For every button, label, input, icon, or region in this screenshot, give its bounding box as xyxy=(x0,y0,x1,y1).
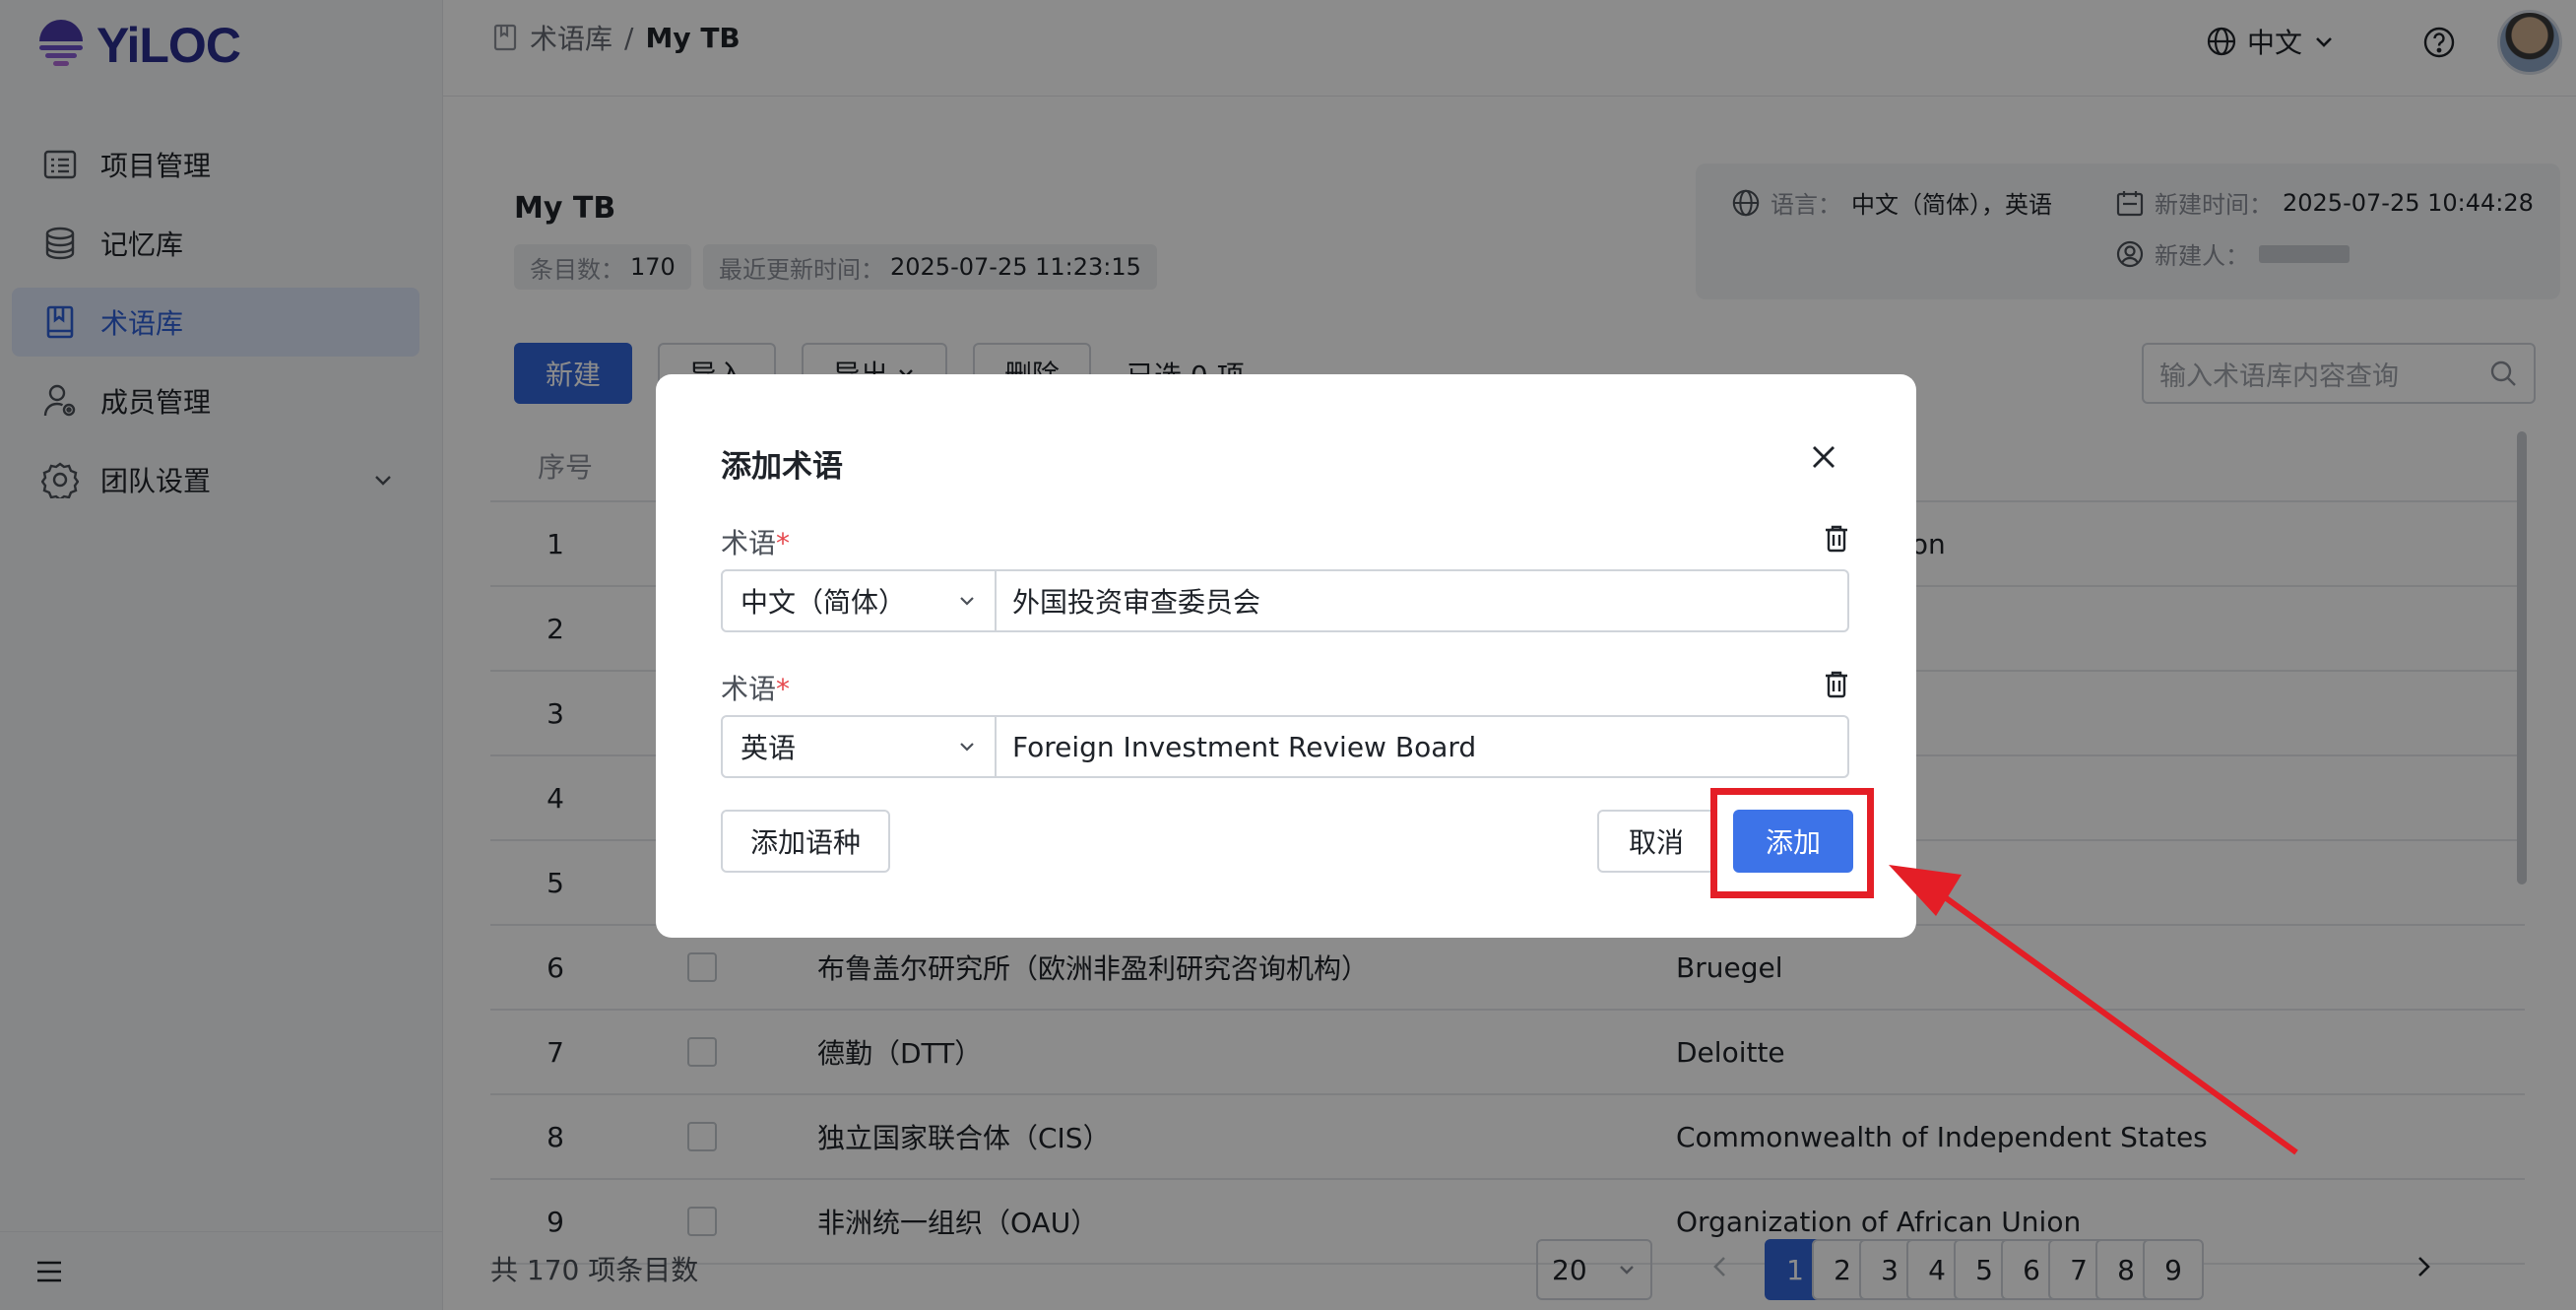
term-row-1: 中文（简体） 外国投资审查委员会 xyxy=(721,569,1849,632)
term-label-text: 术语 xyxy=(721,673,777,705)
language-select-value: 英语 xyxy=(741,732,797,764)
highlight-box xyxy=(1710,788,1874,898)
term-input[interactable]: Foreign Investment Review Board xyxy=(997,715,1849,778)
required-mark: * xyxy=(776,673,791,705)
term-label: 术语* xyxy=(721,668,790,707)
chevron-down-icon xyxy=(960,597,974,606)
close-icon[interactable] xyxy=(1810,443,1837,471)
term-label-text: 术语 xyxy=(721,527,777,559)
trash-icon[interactable] xyxy=(1824,524,1849,554)
app-root: YiLOC 项目管理 记忆库 术语库 成员管理 团队设置 术语库 / My TB… xyxy=(0,0,2576,1310)
language-select[interactable]: 中文（简体） xyxy=(721,569,997,632)
term-input[interactable]: 外国投资审查委员会 xyxy=(997,569,1849,632)
language-select-value: 中文（简体） xyxy=(741,586,907,619)
term-label: 术语* xyxy=(721,522,790,561)
trash-icon[interactable] xyxy=(1824,670,1849,699)
cancel-button[interactable]: 取消 xyxy=(1597,810,1716,873)
chevron-down-icon xyxy=(960,743,974,752)
add-language-button[interactable]: 添加语种 xyxy=(721,810,891,873)
language-select[interactable]: 英语 xyxy=(721,715,997,778)
dialog-title: 添加术语 xyxy=(721,449,843,485)
term-row-2: 英语 Foreign Investment Review Board xyxy=(721,715,1849,778)
required-mark: * xyxy=(776,527,791,559)
